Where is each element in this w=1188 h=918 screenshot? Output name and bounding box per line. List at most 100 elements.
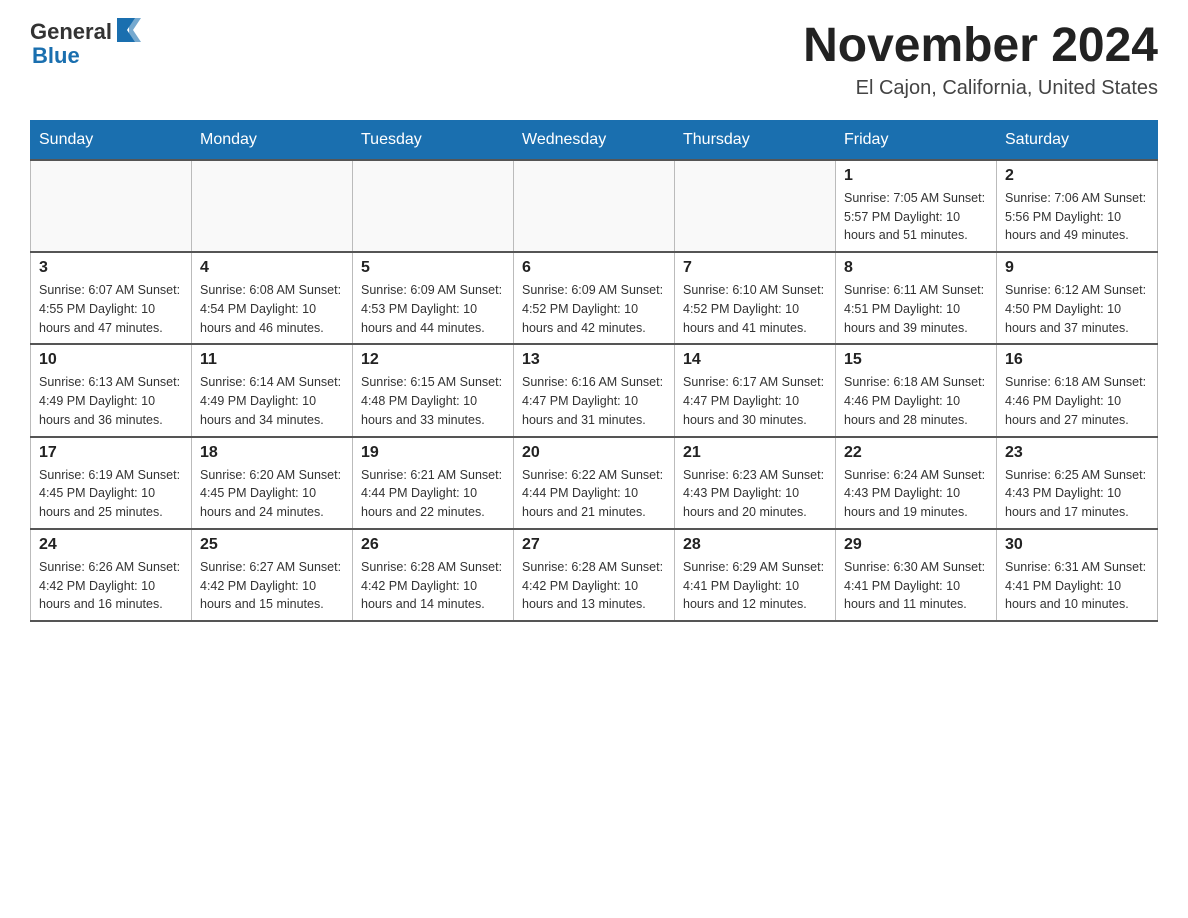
day-info: Sunrise: 6:25 AM Sunset: 4:43 PM Dayligh…	[1005, 466, 1149, 522]
day-of-week-header: Saturday	[997, 120, 1158, 160]
day-number: 19	[361, 444, 505, 462]
day-info: Sunrise: 7:06 AM Sunset: 5:56 PM Dayligh…	[1005, 189, 1149, 245]
day-number: 25	[200, 536, 344, 554]
calendar-cell: 6 Sunrise: 6:09 AM Sunset: 4:52 PM Daylig…	[514, 252, 675, 344]
day-number: 13	[522, 351, 666, 369]
day-number: 23	[1005, 444, 1149, 462]
calendar-cell: 27 Sunrise: 6:28 AM Sunset: 4:42 PM Dayli…	[514, 529, 675, 621]
day-number: 5	[361, 259, 505, 277]
calendar-cell: 4Sunrise: 6:08 AM Sunset: 4:54 PM Daylig…	[192, 252, 353, 344]
day-number: 18	[200, 444, 344, 462]
day-number: 11	[200, 351, 344, 369]
calendar-cell: 3 Sunrise: 6:07 AM Sunset: 4:55 PM Daylig…	[31, 252, 192, 344]
day-info: Sunrise: 6:22 AM Sunset: 4:44 PM Dayligh…	[522, 466, 666, 522]
day-info: Sunrise: 6:23 AM Sunset: 4:43 PM Dayligh…	[683, 466, 827, 522]
calendar-cell: 23 Sunrise: 6:25 AM Sunset: 4:43 PM Dayli…	[997, 437, 1158, 529]
day-info: Sunrise: 6:18 AM Sunset: 4:46 PM Dayligh…	[844, 373, 988, 429]
page-header: General Blue November 2024 El Cajon, Cal…	[30, 20, 1158, 100]
calendar-table: SundayMondayTuesdayWednesdayThursdayFrid…	[30, 120, 1158, 622]
calendar-cell: 19 Sunrise: 6:21 AM Sunset: 4:44 PM Dayli…	[353, 437, 514, 529]
day-info: Sunrise: 6:16 AM Sunset: 4:47 PM Dayligh…	[522, 373, 666, 429]
logo: General Blue	[30, 20, 141, 68]
calendar-week-row: 10Sunrise: 6:13 AM Sunset: 4:49 PM Dayli…	[31, 344, 1158, 436]
day-info: Sunrise: 7:05 AM Sunset: 5:57 PM Dayligh…	[844, 189, 988, 245]
day-info: Sunrise: 6:28 AM Sunset: 4:42 PM Dayligh…	[522, 558, 666, 614]
day-number: 2	[1005, 167, 1149, 185]
day-number: 9	[1005, 259, 1149, 277]
day-info: Sunrise: 6:24 AM Sunset: 4:43 PM Dayligh…	[844, 466, 988, 522]
day-number: 27	[522, 536, 666, 554]
calendar-cell	[353, 160, 514, 252]
calendar-cell: 17Sunrise: 6:19 AM Sunset: 4:45 PM Dayli…	[31, 437, 192, 529]
day-number: 21	[683, 444, 827, 462]
day-number: 30	[1005, 536, 1149, 554]
day-info: Sunrise: 6:11 AM Sunset: 4:51 PM Dayligh…	[844, 281, 988, 337]
calendar-cell	[192, 160, 353, 252]
day-number: 15	[844, 351, 988, 369]
calendar-cell: 26Sunrise: 6:28 AM Sunset: 4:42 PM Dayli…	[353, 529, 514, 621]
title-section: November 2024 El Cajon, California, Unit…	[803, 20, 1158, 100]
day-number: 14	[683, 351, 827, 369]
day-info: Sunrise: 6:13 AM Sunset: 4:49 PM Dayligh…	[39, 373, 183, 429]
location-text: El Cajon, California, United States	[803, 77, 1158, 100]
calendar-cell: 13 Sunrise: 6:16 AM Sunset: 4:47 PM Dayli…	[514, 344, 675, 436]
calendar-cell	[675, 160, 836, 252]
day-number: 28	[683, 536, 827, 554]
calendar-cell: 25 Sunrise: 6:27 AM Sunset: 4:42 PM Dayli…	[192, 529, 353, 621]
month-title: November 2024	[803, 20, 1158, 73]
day-info: Sunrise: 6:20 AM Sunset: 4:45 PM Dayligh…	[200, 466, 344, 522]
calendar-cell: 28 Sunrise: 6:29 AM Sunset: 4:41 PM Dayli…	[675, 529, 836, 621]
calendar-cell: 2 Sunrise: 7:06 AM Sunset: 5:56 PM Daylig…	[997, 160, 1158, 252]
day-info: Sunrise: 6:09 AM Sunset: 4:53 PM Dayligh…	[361, 281, 505, 337]
calendar-cell: 16Sunrise: 6:18 AM Sunset: 4:46 PM Dayli…	[997, 344, 1158, 436]
day-number: 17	[39, 444, 183, 462]
day-number: 12	[361, 351, 505, 369]
day-info: Sunrise: 6:15 AM Sunset: 4:48 PM Dayligh…	[361, 373, 505, 429]
calendar-cell: 1 Sunrise: 7:05 AM Sunset: 5:57 PM Daylig…	[836, 160, 997, 252]
calendar-cell: 11 Sunrise: 6:14 AM Sunset: 4:49 PM Dayli…	[192, 344, 353, 436]
day-info: Sunrise: 6:10 AM Sunset: 4:52 PM Dayligh…	[683, 281, 827, 337]
calendar-cell	[514, 160, 675, 252]
day-info: Sunrise: 6:12 AM Sunset: 4:50 PM Dayligh…	[1005, 281, 1149, 337]
calendar-week-row: 1 Sunrise: 7:05 AM Sunset: 5:57 PM Daylig…	[31, 160, 1158, 252]
day-info: Sunrise: 6:30 AM Sunset: 4:41 PM Dayligh…	[844, 558, 988, 614]
calendar-cell: 10Sunrise: 6:13 AM Sunset: 4:49 PM Dayli…	[31, 344, 192, 436]
day-info: Sunrise: 6:14 AM Sunset: 4:49 PM Dayligh…	[200, 373, 344, 429]
day-info: Sunrise: 6:07 AM Sunset: 4:55 PM Dayligh…	[39, 281, 183, 337]
day-number: 1	[844, 167, 988, 185]
day-number: 16	[1005, 351, 1149, 369]
day-info: Sunrise: 6:09 AM Sunset: 4:52 PM Dayligh…	[522, 281, 666, 337]
day-info: Sunrise: 6:21 AM Sunset: 4:44 PM Dayligh…	[361, 466, 505, 522]
calendar-cell: 9 Sunrise: 6:12 AM Sunset: 4:50 PM Daylig…	[997, 252, 1158, 344]
day-info: Sunrise: 6:27 AM Sunset: 4:42 PM Dayligh…	[200, 558, 344, 614]
calendar-week-row: 24 Sunrise: 6:26 AM Sunset: 4:42 PM Dayli…	[31, 529, 1158, 621]
calendar-cell: 30 Sunrise: 6:31 AM Sunset: 4:41 PM Dayli…	[997, 529, 1158, 621]
day-number: 3	[39, 259, 183, 277]
day-info: Sunrise: 6:29 AM Sunset: 4:41 PM Dayligh…	[683, 558, 827, 614]
day-number: 24	[39, 536, 183, 554]
day-info: Sunrise: 6:26 AM Sunset: 4:42 PM Dayligh…	[39, 558, 183, 614]
day-of-week-header: Monday	[192, 120, 353, 160]
calendar-header-row: SundayMondayTuesdayWednesdayThursdayFrid…	[31, 120, 1158, 160]
day-of-week-header: Sunday	[31, 120, 192, 160]
day-info: Sunrise: 6:28 AM Sunset: 4:42 PM Dayligh…	[361, 558, 505, 614]
calendar-week-row: 3 Sunrise: 6:07 AM Sunset: 4:55 PM Daylig…	[31, 252, 1158, 344]
day-number: 8	[844, 259, 988, 277]
day-of-week-header: Thursday	[675, 120, 836, 160]
day-info: Sunrise: 6:31 AM Sunset: 4:41 PM Dayligh…	[1005, 558, 1149, 614]
day-number: 7	[683, 259, 827, 277]
day-of-week-header: Friday	[836, 120, 997, 160]
day-number: 20	[522, 444, 666, 462]
logo-flag-icon	[115, 16, 141, 44]
day-number: 6	[522, 259, 666, 277]
logo-blue-text: Blue	[32, 44, 80, 68]
calendar-week-row: 17Sunrise: 6:19 AM Sunset: 4:45 PM Dayli…	[31, 437, 1158, 529]
logo-general-text: General	[30, 20, 112, 44]
calendar-cell	[31, 160, 192, 252]
day-info: Sunrise: 6:17 AM Sunset: 4:47 PM Dayligh…	[683, 373, 827, 429]
calendar-cell: 14 Sunrise: 6:17 AM Sunset: 4:47 PM Dayli…	[675, 344, 836, 436]
calendar-cell: 8 Sunrise: 6:11 AM Sunset: 4:51 PM Daylig…	[836, 252, 997, 344]
calendar-cell: 21 Sunrise: 6:23 AM Sunset: 4:43 PM Dayli…	[675, 437, 836, 529]
calendar-cell: 5 Sunrise: 6:09 AM Sunset: 4:53 PM Daylig…	[353, 252, 514, 344]
calendar-cell: 18 Sunrise: 6:20 AM Sunset: 4:45 PM Dayli…	[192, 437, 353, 529]
